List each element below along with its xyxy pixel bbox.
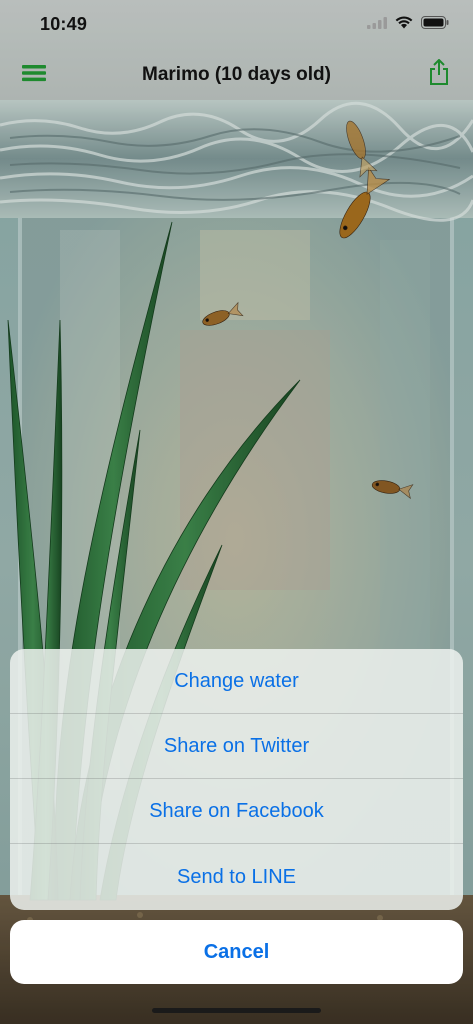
status-time: 10:49 <box>40 14 88 34</box>
menu-button[interactable] <box>14 60 54 90</box>
page-title: Marimo (10 days old) <box>142 64 331 85</box>
cancel-button[interactable]: Cancel <box>10 920 463 984</box>
action-sheet: Change water Share on Twitter Share on F… <box>10 649 463 910</box>
status-bar: 10:49 <box>0 0 473 50</box>
navigation-bar: Marimo (10 days old) <box>0 50 473 100</box>
app-screen: 10:49 Marimo (10 days old) Change water … <box>0 0 473 1024</box>
signal-icon <box>367 16 387 34</box>
share-icon <box>429 58 449 90</box>
share-twitter-button[interactable]: Share on Twitter <box>10 714 463 779</box>
change-water-button[interactable]: Change water <box>10 649 463 714</box>
share-button[interactable] <box>419 56 459 92</box>
wifi-icon <box>395 16 413 34</box>
home-indicator <box>152 1008 321 1013</box>
send-line-button[interactable]: Send to LINE <box>10 844 463 910</box>
menu-icon <box>22 64 46 87</box>
battery-icon <box>421 16 449 34</box>
status-icons <box>367 16 449 34</box>
share-facebook-button[interactable]: Share on Facebook <box>10 779 463 844</box>
